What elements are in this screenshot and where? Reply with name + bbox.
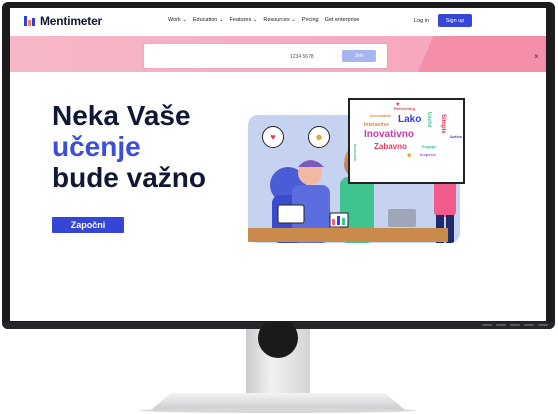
- signup-button[interactable]: Sign up: [438, 14, 472, 27]
- headline-line-3: bude važno: [52, 162, 207, 193]
- login-link[interactable]: Log in: [414, 18, 429, 24]
- word-active: Active: [450, 134, 463, 139]
- screen: Mentimeter Work ⌄ Education ⌄ Features ⌄…: [10, 8, 546, 321]
- menu-item-features[interactable]: Features ⌄: [229, 17, 257, 23]
- word-inovativno: Inovativno: [364, 129, 415, 140]
- word-engage: Engage: [422, 144, 437, 149]
- word-inspired: Inspired: [420, 152, 436, 157]
- brand-name: Mentimeter: [40, 14, 103, 28]
- classroom-table: [248, 228, 448, 242]
- join-button[interactable]: Join: [342, 50, 376, 62]
- menu-item-work[interactable]: Work ⌄: [168, 17, 187, 23]
- monitor-stand-hole: [258, 318, 298, 358]
- hero-headline: Neka Vaše učenje bude važno: [52, 100, 206, 193]
- word-inclusive: Inclusive: [353, 144, 358, 162]
- join-banner-accent: [418, 36, 546, 72]
- word-zabavno: Zabavno: [374, 142, 407, 151]
- word-simple: Simple: [440, 114, 446, 134]
- heart-icon: ♥: [396, 102, 400, 108]
- mentimeter-logo-icon: [24, 16, 36, 26]
- menu-item-pricing[interactable]: Pricing: [302, 17, 319, 23]
- voting-code-input[interactable]: 1234 5678: [290, 51, 338, 62]
- emoji-bubble-icon: ☻: [308, 126, 330, 148]
- word-interactive: Interactive: [364, 122, 390, 128]
- headline-line-1: Neka Vaše: [52, 100, 191, 131]
- monitor-buttons: [482, 324, 548, 326]
- menu-item-education[interactable]: Education ⌄: [193, 17, 224, 23]
- menu-item-resources[interactable]: Resources ⌄: [263, 17, 295, 23]
- headline-line-2: učenje: [52, 131, 141, 162]
- word-useful: Useful: [426, 112, 432, 128]
- start-button[interactable]: Započni: [52, 217, 124, 233]
- word-lako: Lako: [398, 114, 422, 125]
- close-icon[interactable]: ×: [534, 52, 539, 61]
- heart-bubble-icon: ♥: [262, 126, 284, 148]
- monitor-stand-shadow: [140, 408, 416, 413]
- word-accessible: Accessible: [370, 113, 391, 118]
- main-menu: Work ⌄ Education ⌄ Features ⌄ Resources …: [168, 17, 359, 23]
- word-cloud-board: Refreshing Accessible Lako Interactive I…: [348, 98, 465, 184]
- menu-item-enterprise[interactable]: Get enterprise: [325, 17, 360, 23]
- join-form: 1234 5678 Join: [144, 44, 387, 68]
- top-navbar: Mentimeter Work ⌄ Education ⌄ Features ⌄…: [10, 8, 546, 36]
- smile-icon: ☻: [406, 153, 413, 159]
- brand-logo[interactable]: Mentimeter: [24, 14, 102, 28]
